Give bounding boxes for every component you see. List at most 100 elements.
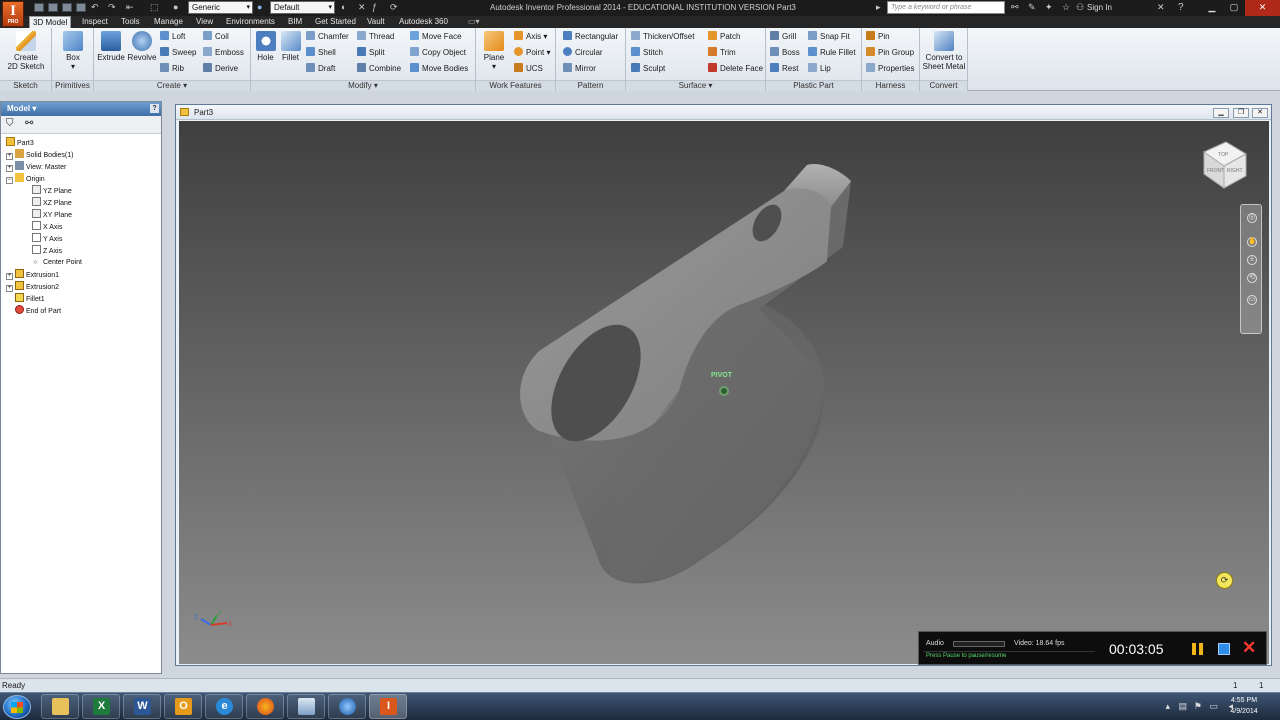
tree-item-xz-plane[interactable]: XZ Plane xyxy=(32,197,72,209)
tab-tools[interactable]: Tools xyxy=(118,16,143,28)
tools-icon[interactable]: ✎ xyxy=(1028,3,1036,12)
binoculars-icon[interactable]: ⚯ xyxy=(1011,3,1019,12)
subscription-icon[interactable]: ✦ xyxy=(1045,3,1053,12)
move-bodies-button[interactable]: Move Bodies xyxy=(410,63,468,76)
tree-item-yz-plane[interactable]: YZ Plane xyxy=(32,185,72,197)
plane-button[interactable]: Plane ▾ xyxy=(480,31,508,71)
tree-item-z-axis[interactable]: Z Axis xyxy=(32,245,62,257)
draft-button[interactable]: Draft xyxy=(306,63,335,76)
tree-item-y-axis[interactable]: Y Axis xyxy=(32,233,62,245)
undo-icon[interactable]: ↶ xyxy=(91,3,99,12)
taskbar-explorer[interactable] xyxy=(41,694,79,719)
taskbar-media[interactable] xyxy=(328,694,366,719)
help-icon[interactable]: ? xyxy=(1178,3,1184,13)
find-icon[interactable]: ⚯ xyxy=(25,119,33,129)
grill-button[interactable]: Grill xyxy=(770,31,796,44)
start-button[interactable] xyxy=(3,695,31,719)
inventor-logo[interactable]: I PRO xyxy=(2,1,24,27)
open-file-icon[interactable] xyxy=(48,3,58,12)
tree-item-center-point[interactable]: ✧ Center Point xyxy=(32,257,82,269)
tab-inspect[interactable]: Inspect xyxy=(79,16,111,28)
user-icon[interactable]: ⚇ xyxy=(1076,3,1084,12)
browser-help-icon[interactable]: ? xyxy=(150,104,159,113)
new-file-icon[interactable] xyxy=(34,3,44,12)
tab-vault[interactable]: Vault xyxy=(364,16,388,28)
taskbar-word[interactable]: W xyxy=(123,694,161,719)
pause-icon[interactable] xyxy=(1192,643,1203,655)
tab-manage[interactable]: Manage xyxy=(151,16,186,28)
save-icon[interactable] xyxy=(62,3,72,12)
taskbar-outlook[interactable]: O xyxy=(164,694,202,719)
rectangular-pattern-button[interactable]: Rectangular xyxy=(563,31,618,44)
steering-wheel-icon[interactable]: ◎ xyxy=(1247,213,1257,223)
select-icon[interactable]: ⬚ xyxy=(150,3,159,12)
create-panel-title[interactable]: Create ▾ xyxy=(94,80,250,91)
orbit-icon[interactable]: ⟲ xyxy=(1247,273,1257,283)
extrude-button[interactable]: Extrude xyxy=(96,31,126,62)
revolve-button[interactable]: Revolve xyxy=(126,31,158,62)
patch-button[interactable]: Patch xyxy=(708,31,740,44)
close-recording-icon[interactable]: ✕ xyxy=(1242,639,1256,656)
return-icon[interactable]: ⇤ xyxy=(126,3,134,12)
ribbon-toggle-icon[interactable]: ▭▾ xyxy=(465,16,483,28)
tree-item-part3[interactable]: Part3 xyxy=(6,137,34,149)
print-icon[interactable] xyxy=(76,3,86,12)
hole-button[interactable]: Hole xyxy=(253,31,278,62)
pan-icon[interactable]: ✋ xyxy=(1247,237,1257,247)
tree-item-extrusion2[interactable]: + Extrusion2 xyxy=(6,281,59,293)
doc-close-button[interactable]: ✕ xyxy=(1252,108,1268,118)
display-icon[interactable]: ▭ xyxy=(1209,701,1218,711)
point-button[interactable]: Point ▾ xyxy=(514,47,550,60)
filter-icon[interactable]: ⛉ xyxy=(6,119,14,129)
chamfer-button[interactable]: Chamfer xyxy=(306,31,349,44)
tree-item-solid-bodies[interactable]: + Solid Bodies(1) xyxy=(6,149,73,161)
combine-button[interactable]: Combine xyxy=(357,63,401,76)
search-input[interactable]: Type a keyword or phrase xyxy=(887,1,1005,14)
star-icon[interactable]: ☆ xyxy=(1062,3,1070,12)
taskbar-itunes[interactable] xyxy=(287,694,325,719)
close-button[interactable]: ✕ xyxy=(1245,0,1280,16)
tab-bim[interactable]: BIM xyxy=(285,16,305,28)
appearance-select[interactable]: Default ▾ xyxy=(270,1,335,14)
rest-button[interactable]: Rest xyxy=(770,63,798,76)
tab-autodesk-360[interactable]: Autodesk 360 xyxy=(396,16,451,28)
stitch-button[interactable]: Stitch xyxy=(631,47,663,60)
exchange-icon[interactable]: ✕ xyxy=(1157,3,1165,12)
derive-button[interactable]: Derive xyxy=(203,63,238,76)
tab-environments[interactable]: Environments xyxy=(223,16,278,28)
mirror-button[interactable]: Mirror xyxy=(563,63,596,76)
rib-button[interactable]: Rib xyxy=(160,63,184,76)
tree-item-extrusion1[interactable]: + Extrusion1 xyxy=(6,269,59,281)
pin-group-button[interactable]: Pin Group xyxy=(866,47,914,60)
emboss-button[interactable]: Emboss xyxy=(203,47,244,60)
redo-icon[interactable]: ↷ xyxy=(108,3,116,12)
circular-pattern-button[interactable]: Circular xyxy=(563,47,603,60)
tree-item-origin[interactable]: − Origin xyxy=(6,173,45,185)
maximize-button[interactable]: ▢ xyxy=(1223,0,1245,16)
tree-item-fillet1[interactable]: Fillet1 xyxy=(15,293,45,305)
model-browser-header[interactable]: Model ▾? xyxy=(1,102,161,116)
properties-button[interactable]: Properties xyxy=(866,63,914,76)
trim-button[interactable]: Trim xyxy=(708,47,736,60)
coil-button[interactable]: Coil xyxy=(203,31,229,44)
adjust-icon[interactable]: ◐ xyxy=(341,3,346,12)
boss-button[interactable]: Boss xyxy=(770,47,800,60)
pin-button[interactable]: Pin xyxy=(866,31,890,44)
surface-panel-title[interactable]: Surface ▾ xyxy=(626,80,765,91)
tab-get-started[interactable]: Get Started xyxy=(312,16,359,28)
taskbar-firefox[interactable] xyxy=(246,694,284,719)
tree-item-xy-plane[interactable]: XY Plane xyxy=(32,209,72,221)
sweep-button[interactable]: Sweep xyxy=(160,47,196,60)
box-button[interactable]: Box ▾ xyxy=(56,31,90,71)
tab-view[interactable]: View xyxy=(193,16,216,28)
split-button[interactable]: Split xyxy=(357,47,385,60)
zoom-icon[interactable]: ± xyxy=(1247,255,1257,265)
tab-3d-model[interactable]: 3D Model xyxy=(29,16,72,28)
copy-object-button[interactable]: Copy Object xyxy=(410,47,466,60)
lip-button[interactable]: Lip xyxy=(808,63,831,76)
loft-button[interactable]: Loft xyxy=(160,31,185,44)
create-2d-sketch-button[interactable]: Create 2D Sketch xyxy=(3,31,49,71)
network-icon[interactable]: ▤ xyxy=(1178,701,1187,711)
ucs-button[interactable]: UCS xyxy=(514,63,543,76)
thread-button[interactable]: Thread xyxy=(357,31,394,44)
